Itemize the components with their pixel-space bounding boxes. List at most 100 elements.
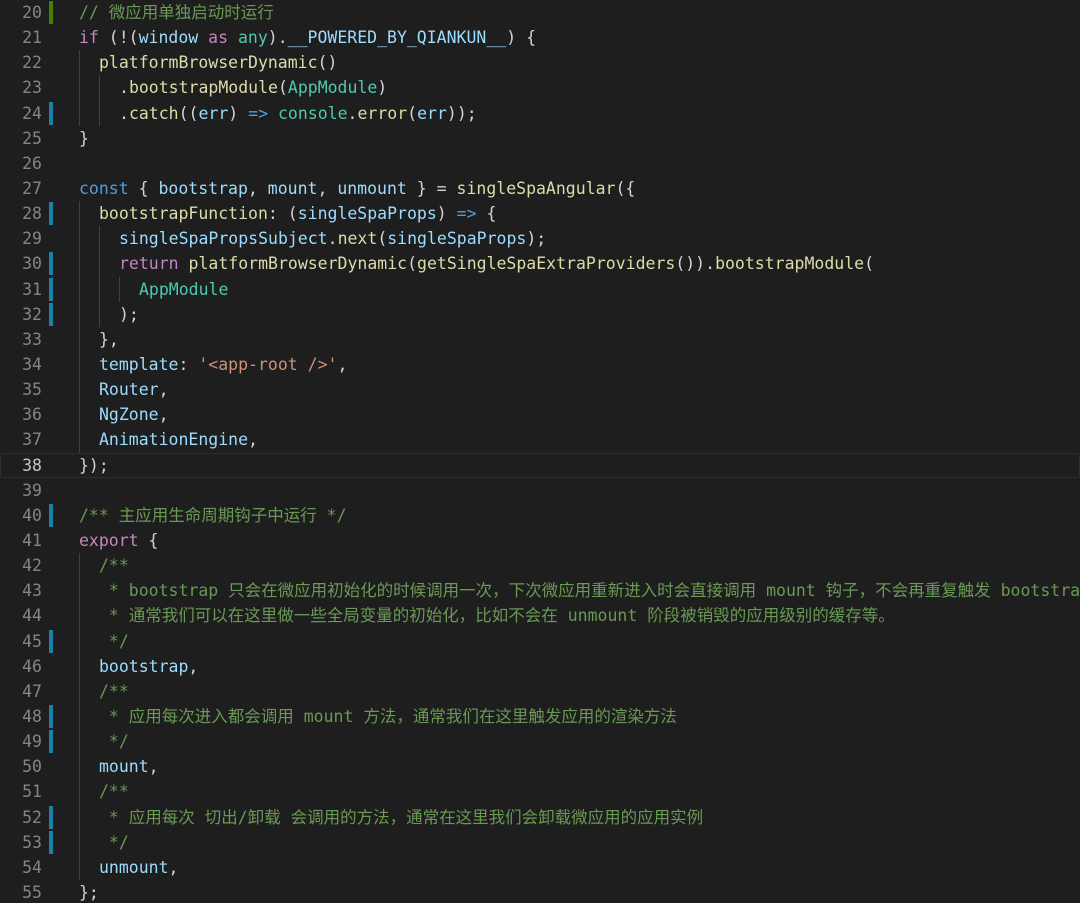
code-token: * 应用每次进入都会调用 mount 方法，通常我们在这里触发应用的渲染方法 bbox=[99, 706, 677, 726]
code-token: /** bbox=[99, 681, 129, 701]
code-text[interactable]: /** bbox=[99, 553, 1080, 578]
code-line[interactable]: 49 */ bbox=[0, 729, 1080, 755]
code-line[interactable]: 21 if (!(window as any).__POWERED_BY_QIAN… bbox=[0, 25, 1080, 50]
code-line[interactable]: 30 return platformBrowserDynamic(getSingl… bbox=[0, 251, 1080, 277]
code-line[interactable]: 29 singleSpaPropsSubject.next(singleSpaPr… bbox=[0, 226, 1080, 252]
code-line[interactable]: 41 export { bbox=[0, 528, 1080, 553]
modified-line-marker[interactable] bbox=[49, 202, 53, 226]
code-text[interactable]: } bbox=[79, 126, 1080, 151]
code-text[interactable]: ); bbox=[119, 302, 1080, 327]
code-text[interactable]: export { bbox=[79, 528, 1080, 553]
code-text[interactable]: * 应用每次进入都会调用 mount 方法，通常我们在这里触发应用的渲染方法 bbox=[99, 704, 1080, 729]
code-text[interactable]: */ bbox=[99, 629, 1080, 654]
modified-line-marker[interactable] bbox=[49, 629, 53, 653]
code-token: '<app-root />' bbox=[198, 354, 338, 374]
code-text[interactable]: */ bbox=[99, 830, 1080, 855]
code-line[interactable]: 35 Router, bbox=[0, 377, 1080, 403]
code-token: error bbox=[357, 103, 408, 123]
code-line[interactable]: 55}; bbox=[0, 880, 1080, 903]
code-line[interactable]: 48 * 应用每次进入都会调用 mount 方法，通常我们在这里触发应用的渲染方… bbox=[0, 703, 1080, 730]
code-line[interactable]: 34 template: '<app-root />', bbox=[0, 351, 1080, 378]
line-number: 32 bbox=[22, 304, 42, 324]
code-line[interactable]: 22 platformBrowserDynamic() bbox=[0, 50, 1080, 76]
code-line[interactable]: 23 .bootstrapModule(AppModule) bbox=[0, 75, 1080, 101]
code-line[interactable]: 42 /** bbox=[0, 553, 1080, 579]
code-text[interactable]: }); bbox=[79, 453, 1080, 478]
modified-line-marker[interactable] bbox=[49, 101, 53, 125]
code-line[interactable]: 24 .catch((err) => console.error(err)); bbox=[0, 100, 1080, 126]
code-text[interactable]: * bootstrap 只会在微应用初始化的时候调用一次，下次微应用重新进入时会… bbox=[99, 578, 1080, 603]
indent-guide bbox=[79, 628, 80, 654]
code-line[interactable]: 26 bbox=[0, 151, 1080, 176]
code-line[interactable]: 37 AnimationEngine, bbox=[0, 427, 1080, 453]
code-text[interactable]: const { bootstrap, mount, unmount } = si… bbox=[79, 176, 1080, 201]
modified-line-marker[interactable] bbox=[49, 277, 53, 301]
code-line[interactable]: 36 NgZone, bbox=[0, 402, 1080, 428]
code-line[interactable]: 46 bootstrap, bbox=[0, 653, 1080, 679]
line-number: 25 bbox=[22, 128, 42, 148]
line-number: 34 bbox=[22, 354, 42, 374]
code-text[interactable]: AppModule bbox=[139, 277, 1080, 302]
code-line[interactable]: 33}, bbox=[0, 326, 1080, 352]
code-line[interactable]: 43 * bootstrap 只会在微应用初始化的时候调用一次，下次微应用重新进… bbox=[0, 578, 1080, 604]
code-line[interactable]: 27 const { bootstrap, mount, unmount } = … bbox=[0, 176, 1080, 201]
added-line-marker[interactable] bbox=[49, 1, 53, 24]
modified-line-marker[interactable] bbox=[49, 805, 53, 829]
code-text[interactable]: .catch((err) => console.error(err)); bbox=[119, 101, 1080, 126]
code-text[interactable]: // 微应用单独启动时运行 bbox=[79, 0, 1080, 25]
modified-line-marker[interactable] bbox=[49, 252, 53, 276]
code-line[interactable]: 53 */ bbox=[0, 829, 1080, 855]
code-text[interactable]: */ bbox=[99, 729, 1080, 754]
modified-line-marker[interactable] bbox=[49, 503, 53, 527]
indent-guide bbox=[99, 301, 100, 327]
code-line[interactable]: 40 /** 主应用生命周期钩子中运行 */ bbox=[0, 503, 1080, 528]
code-line[interactable]: 54 unmount, bbox=[0, 854, 1080, 880]
code-text[interactable]: mount, bbox=[99, 754, 1080, 779]
code-line[interactable]: 28 bootstrapFunction: (singleSpaProps) =>… bbox=[0, 201, 1080, 227]
code-text[interactable]: /** 主应用生命周期钩子中运行 */ bbox=[79, 503, 1080, 528]
code-line[interactable]: 38}); bbox=[0, 452, 1080, 478]
modified-line-marker[interactable] bbox=[49, 830, 53, 854]
code-text[interactable]: unmount, bbox=[99, 855, 1080, 880]
code-text[interactable]: platformBrowserDynamic() bbox=[99, 50, 1080, 75]
code-text[interactable]: /** bbox=[99, 779, 1080, 804]
code-text[interactable]: NgZone, bbox=[99, 402, 1080, 427]
line-number: 38 bbox=[22, 455, 42, 475]
modified-line-marker[interactable] bbox=[49, 704, 53, 728]
code-text[interactable]: * 通常我们可以在这里做一些全局变量的初始化，比如不会在 unmount 阶段被… bbox=[99, 603, 1080, 628]
code-token: unmount bbox=[99, 857, 169, 877]
code-text[interactable]: * 应用每次 切出/卸载 会调用的方法，通常在这里我们会卸载微应用的应用实例 bbox=[99, 805, 1080, 830]
code-line[interactable]: 52 * 应用每次 切出/卸载 会调用的方法，通常在这里我们会卸载微应用的应用实… bbox=[0, 804, 1080, 830]
code-text[interactable]: }; bbox=[79, 880, 1080, 903]
code-text[interactable]: Router, bbox=[99, 377, 1080, 402]
code-text[interactable]: AnimationEngine, bbox=[99, 427, 1080, 452]
code-token: => bbox=[248, 103, 269, 123]
code-line[interactable]: 32); bbox=[0, 301, 1080, 327]
code-token: err bbox=[417, 103, 447, 123]
code-editor[interactable]: 20// 微应用单独启动时运行 21 if (!(window as any).__… bbox=[0, 0, 1080, 903]
code-text[interactable]: return platformBrowserDynamic(getSingleS… bbox=[119, 251, 1080, 276]
code-line[interactable]: 25} bbox=[0, 126, 1080, 151]
code-line[interactable]: 45 */ bbox=[0, 628, 1080, 654]
code-text[interactable]: .bootstrapModule(AppModule) bbox=[119, 75, 1080, 100]
code-line[interactable]: 20 // 微应用单独启动时运行 bbox=[0, 0, 1080, 25]
code-text[interactable]: if (!(window as any).__POWERED_BY_QIANKU… bbox=[79, 25, 1080, 50]
code-text[interactable]: template: '<app-root />', bbox=[99, 352, 1080, 377]
code-line[interactable]: 39 bbox=[0, 478, 1080, 503]
code-line[interactable]: 47 /** bbox=[0, 678, 1080, 704]
code-line[interactable]: 51 /** bbox=[0, 779, 1080, 805]
indent-guide bbox=[79, 276, 80, 302]
code-line[interactable]: 44 * 通常我们可以在这里做一些全局变量的初始化，比如不会在 unmount … bbox=[0, 603, 1080, 629]
modified-line-marker[interactable] bbox=[49, 302, 53, 326]
code-line[interactable]: 50 mount, bbox=[0, 754, 1080, 780]
modified-line-marker[interactable] bbox=[49, 730, 53, 754]
indent-guide bbox=[79, 226, 80, 252]
code-lines[interactable]: 20// 微应用单独启动时运行 21 if (!(window as any).__… bbox=[0, 0, 1080, 903]
code-line[interactable]: 31 AppModule bbox=[0, 276, 1080, 302]
code-text[interactable]: singleSpaPropsSubject.next(singleSpaProp… bbox=[119, 226, 1080, 251]
code-text[interactable]: bootstrapFunction: (singleSpaProps) => { bbox=[99, 201, 1080, 226]
code-text[interactable]: /** bbox=[99, 679, 1080, 704]
code-text[interactable]: bootstrap, bbox=[99, 654, 1080, 679]
code-text[interactable]: }, bbox=[99, 327, 1080, 352]
